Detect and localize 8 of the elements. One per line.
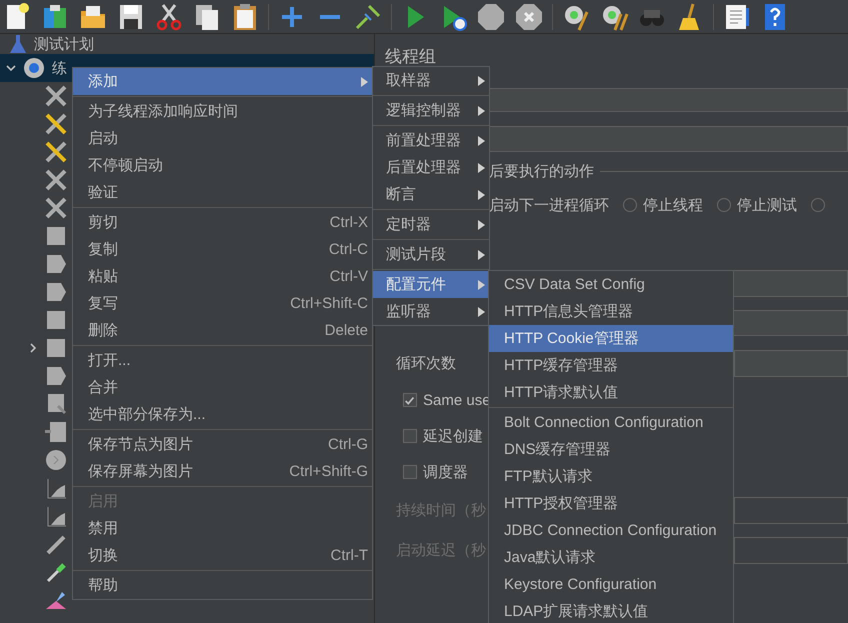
radio-label: 停止线程: [643, 196, 703, 214]
checkbox-label: 延迟创建: [423, 426, 483, 446]
radio-label: 停止测试: [737, 196, 797, 214]
panel-title: 线程组: [385, 46, 437, 68]
radio-label: 启动下一进程循环: [489, 196, 609, 214]
field-label: 循环次数: [396, 354, 456, 372]
checkbox-label: 调度器: [423, 462, 468, 482]
group-legend: 后要执行的动作: [489, 162, 594, 180]
